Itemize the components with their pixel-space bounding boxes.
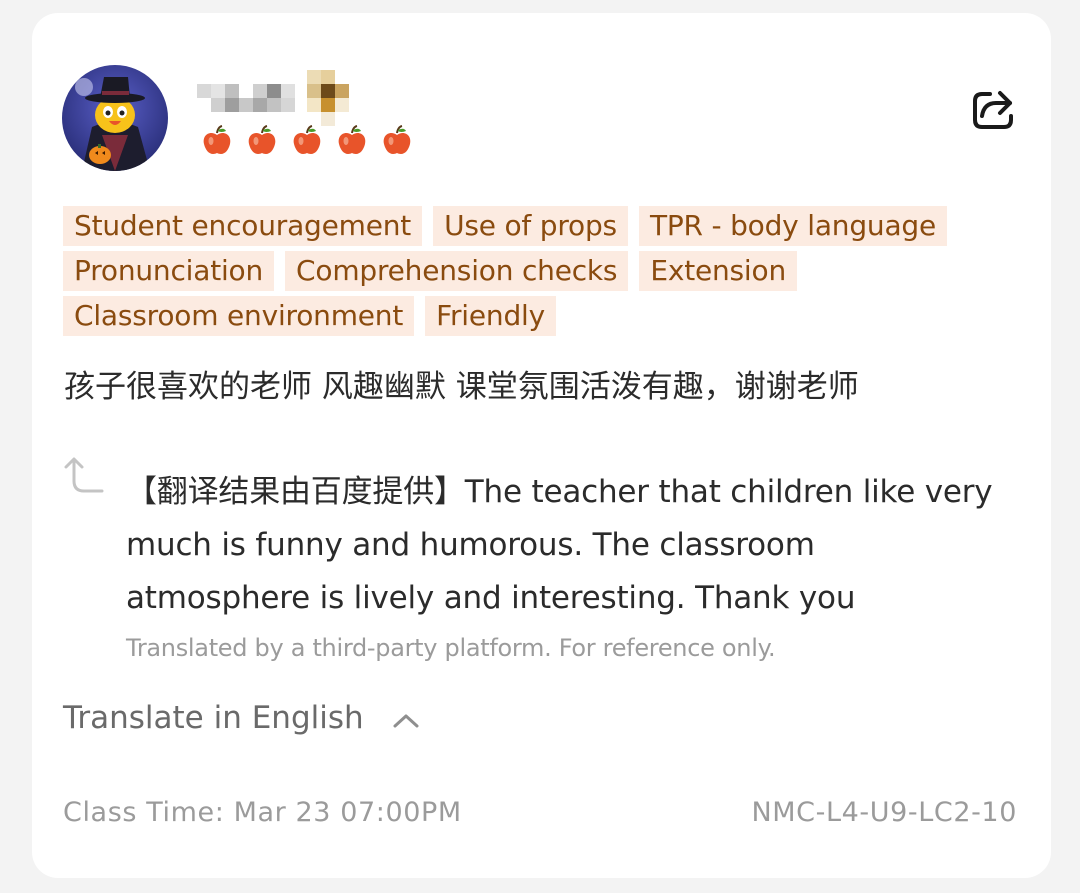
user-avatar[interactable] <box>62 65 168 171</box>
tag: TPR - body language <box>638 206 948 246</box>
tag-row: Student encouragement Use of props TPR -… <box>63 206 1003 246</box>
halloween-avatar-icon <box>62 65 168 171</box>
review-comment: 孩子很喜欢的老师 风趣幽默 课堂氛围活泼有趣，谢谢老师 <box>64 369 859 405</box>
tag: Student encouragement <box>63 206 423 246</box>
apple-icon <box>248 125 276 154</box>
review-card: Student encouragement Use of props TPR -… <box>32 13 1051 878</box>
tag-row: Classroom environment Friendly <box>63 296 1003 336</box>
apple-icon <box>203 125 231 154</box>
tag: Extension <box>639 251 797 291</box>
tag-row: Pronunciation Comprehension checks Exten… <box>63 251 1003 291</box>
apple-icon <box>338 125 366 154</box>
translated-comment: 【翻译结果由百度提供】The teacher that children lik… <box>126 474 993 616</box>
share-icon <box>973 91 1013 129</box>
tag: Classroom environment <box>63 296 415 336</box>
class-time: Class Time: Mar 23 07:00PM <box>63 797 462 828</box>
translate-return-icon <box>62 453 106 497</box>
chevron-up-icon <box>393 714 419 728</box>
username <box>197 70 387 126</box>
share-button[interactable] <box>970 86 1018 132</box>
translate-toggle-label: Translate in English <box>63 700 364 736</box>
feedback-tags: Student encouragement Use of props TPR -… <box>63 206 1003 341</box>
username-blur <box>197 70 349 126</box>
translation-disclaimer: Translated by a third-party platform. Fo… <box>126 634 776 662</box>
tag: Pronunciation <box>63 251 275 291</box>
tag: Comprehension checks <box>285 251 629 291</box>
tag: Friendly <box>425 296 556 336</box>
apple-icon <box>293 125 321 154</box>
class-code: NMC-L4-U9-LC2-10 <box>751 797 1017 828</box>
tag: Use of props <box>433 206 628 246</box>
apple-icon <box>383 125 411 154</box>
translate-toggle-button[interactable]: Translate in English <box>63 694 420 742</box>
rating-apples <box>202 125 412 157</box>
